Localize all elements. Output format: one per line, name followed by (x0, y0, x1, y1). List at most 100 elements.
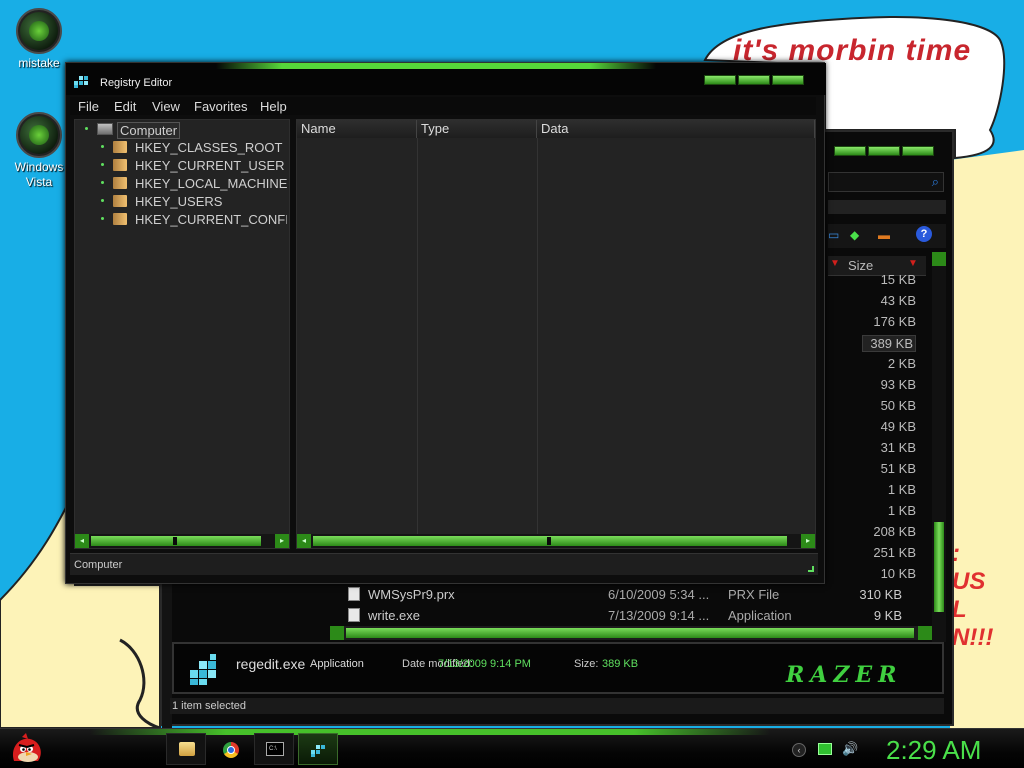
size-cell[interactable]: 51 KB (862, 461, 916, 476)
registry-editor-window[interactable]: Registry Editor File Edit View Favorites… (65, 62, 826, 584)
regedit-icon (311, 745, 325, 757)
scroll-grip (547, 537, 551, 545)
size-cell[interactable]: 93 KB (862, 377, 916, 392)
file-row[interactable]: write.exe 7/13/2009 9:14 ... Application… (348, 605, 928, 626)
size-cell[interactable]: 389 KB (862, 335, 916, 352)
scroll-left-button[interactable]: ◂ (297, 534, 311, 548)
scroll-thumb[interactable] (934, 522, 944, 612)
close-button[interactable] (772, 75, 804, 85)
tree-item-computer[interactable]: Computer (85, 122, 285, 139)
desktop-icon-mistake[interactable]: mistake (8, 8, 70, 70)
scroll-thumb[interactable] (346, 628, 914, 638)
scroll-up-button[interactable] (932, 252, 946, 266)
scroll-right-button[interactable]: ▸ (801, 534, 815, 548)
sort-arrow-icon: ▼ (908, 258, 918, 269)
tree-item-hkcr[interactable]: HKEY_CLASSES_ROOT (101, 140, 291, 156)
vista-orb-icon (16, 112, 62, 158)
size-cell[interactable]: 10 KB (862, 566, 916, 581)
folder-icon[interactable]: ▬ (878, 228, 890, 242)
view-icon[interactable]: ◆ (850, 228, 859, 242)
size-cell[interactable]: 49 KB (862, 419, 916, 434)
tree-horizontal-scrollbar[interactable]: ◂ ▸ (75, 534, 289, 548)
resize-grip[interactable] (808, 566, 814, 572)
scroll-grip (173, 537, 177, 545)
file-size: 310 KB (859, 587, 902, 602)
scroll-left-button[interactable] (330, 626, 344, 640)
network-icon[interactable] (818, 743, 832, 755)
folder-icon (113, 159, 127, 171)
file-row[interactable]: WMSysPr9.prx 6/10/2009 5:34 ... PRX File… (348, 584, 928, 605)
size-cell[interactable]: 15 KB (862, 272, 916, 287)
size-cell[interactable]: 2 KB (862, 356, 916, 371)
tree-item-label: Computer (117, 122, 181, 139)
vertical-scrollbar[interactable] (932, 252, 946, 642)
exe-icon (348, 608, 360, 622)
menu-edit[interactable]: Edit (114, 99, 136, 114)
file-icon (348, 587, 360, 601)
tree-item-hku[interactable]: HKEY_USERS (101, 194, 291, 210)
window-buttons (704, 75, 804, 85)
show-hidden-icons-button[interactable]: ‹ (792, 743, 806, 757)
regedit-icon (74, 76, 88, 88)
size-cell[interactable]: 251 KB (862, 545, 916, 560)
tree-item-label: HKEY_USERS (135, 194, 223, 209)
maximize-button[interactable] (868, 146, 900, 156)
size-cell[interactable]: 1 KB (862, 503, 916, 518)
taskbar-regedit-button[interactable] (298, 733, 338, 765)
column-header-type[interactable]: Type (417, 120, 537, 138)
status-text: Computer (74, 559, 123, 571)
close-button[interactable] (902, 146, 934, 156)
expand-dot[interactable] (101, 145, 104, 148)
size-cell[interactable]: 1 KB (862, 482, 916, 497)
tree-pane[interactable]: Computer HKEY_CLASSES_ROOT HKEY_CURRENT_… (74, 119, 290, 549)
sort-arrow-icon: ▼ (830, 258, 840, 269)
maximize-button[interactable] (738, 75, 770, 85)
scroll-left-button[interactable]: ◂ (75, 534, 89, 548)
taskbar-chrome-button[interactable] (210, 733, 250, 765)
expand-dot[interactable] (101, 199, 104, 202)
file-date: 7/13/2009 9:14 ... (608, 608, 710, 623)
tree-item-hkcu[interactable]: HKEY_CURRENT_USER (101, 158, 291, 174)
size-cell[interactable]: 43 KB (862, 293, 916, 308)
expand-dot[interactable] (101, 181, 104, 184)
clock[interactable]: 2:29 AM (886, 735, 981, 766)
size-cell[interactable]: 31 KB (862, 440, 916, 455)
taskbar-explorer-button[interactable] (166, 733, 206, 765)
scroll-right-button[interactable]: ▸ (275, 534, 289, 548)
preview-icon[interactable]: ▭ (828, 228, 839, 242)
column-header-name[interactable]: Name (297, 120, 417, 138)
size-cell[interactable]: 50 KB (862, 398, 916, 413)
title-glow (216, 63, 656, 69)
tree-item-label: HKEY_CURRENT_CONFI (135, 212, 287, 227)
tree-item-hklm[interactable]: HKEY_LOCAL_MACHINE (101, 176, 291, 192)
menu-favorites[interactable]: Favorites (194, 99, 247, 114)
menu-file[interactable]: File (78, 99, 99, 114)
minimize-button[interactable] (704, 75, 736, 85)
expand-dot[interactable] (101, 163, 104, 166)
title-bar[interactable]: Registry Editor (66, 63, 826, 95)
tree-item-label: HKEY_CLASSES_ROOT (135, 140, 283, 155)
file-type: PRX File (728, 587, 780, 602)
menu-help[interactable]: Help (260, 99, 287, 114)
minimize-button[interactable] (834, 146, 866, 156)
volume-icon[interactable]: 🔊 (842, 741, 858, 757)
taskbar-cmd-button[interactable]: C:\ (254, 733, 294, 765)
menu-view[interactable]: View (152, 99, 180, 114)
scroll-right-button[interactable] (918, 626, 932, 640)
column-header-data[interactable]: Data (537, 120, 815, 138)
details-modified-value: 7/13/2009 9:14 PM (438, 658, 531, 670)
file-type: Application (728, 608, 792, 623)
size-cell[interactable]: 176 KB (862, 314, 916, 329)
expand-dot[interactable] (101, 217, 104, 220)
search-input[interactable]: ⌕ (828, 172, 944, 192)
values-list-pane[interactable]: Name Type Data ◂ ▸ (296, 119, 816, 549)
command-prompt-icon: C:\ (266, 742, 284, 756)
start-button-angry-bird-icon[interactable] (8, 731, 44, 767)
horizontal-scrollbar[interactable] (330, 626, 932, 640)
list-horizontal-scrollbar[interactable]: ◂ ▸ (297, 534, 815, 548)
size-cell[interactable]: 208 KB (862, 524, 916, 539)
help-icon[interactable]: ? (916, 226, 932, 242)
search-icon[interactable]: ⌕ (932, 174, 939, 190)
tree-item-hkcc[interactable]: HKEY_CURRENT_CONFI (101, 212, 287, 228)
desktop-icon-windows-vista[interactable]: Windows Vista (8, 112, 70, 190)
